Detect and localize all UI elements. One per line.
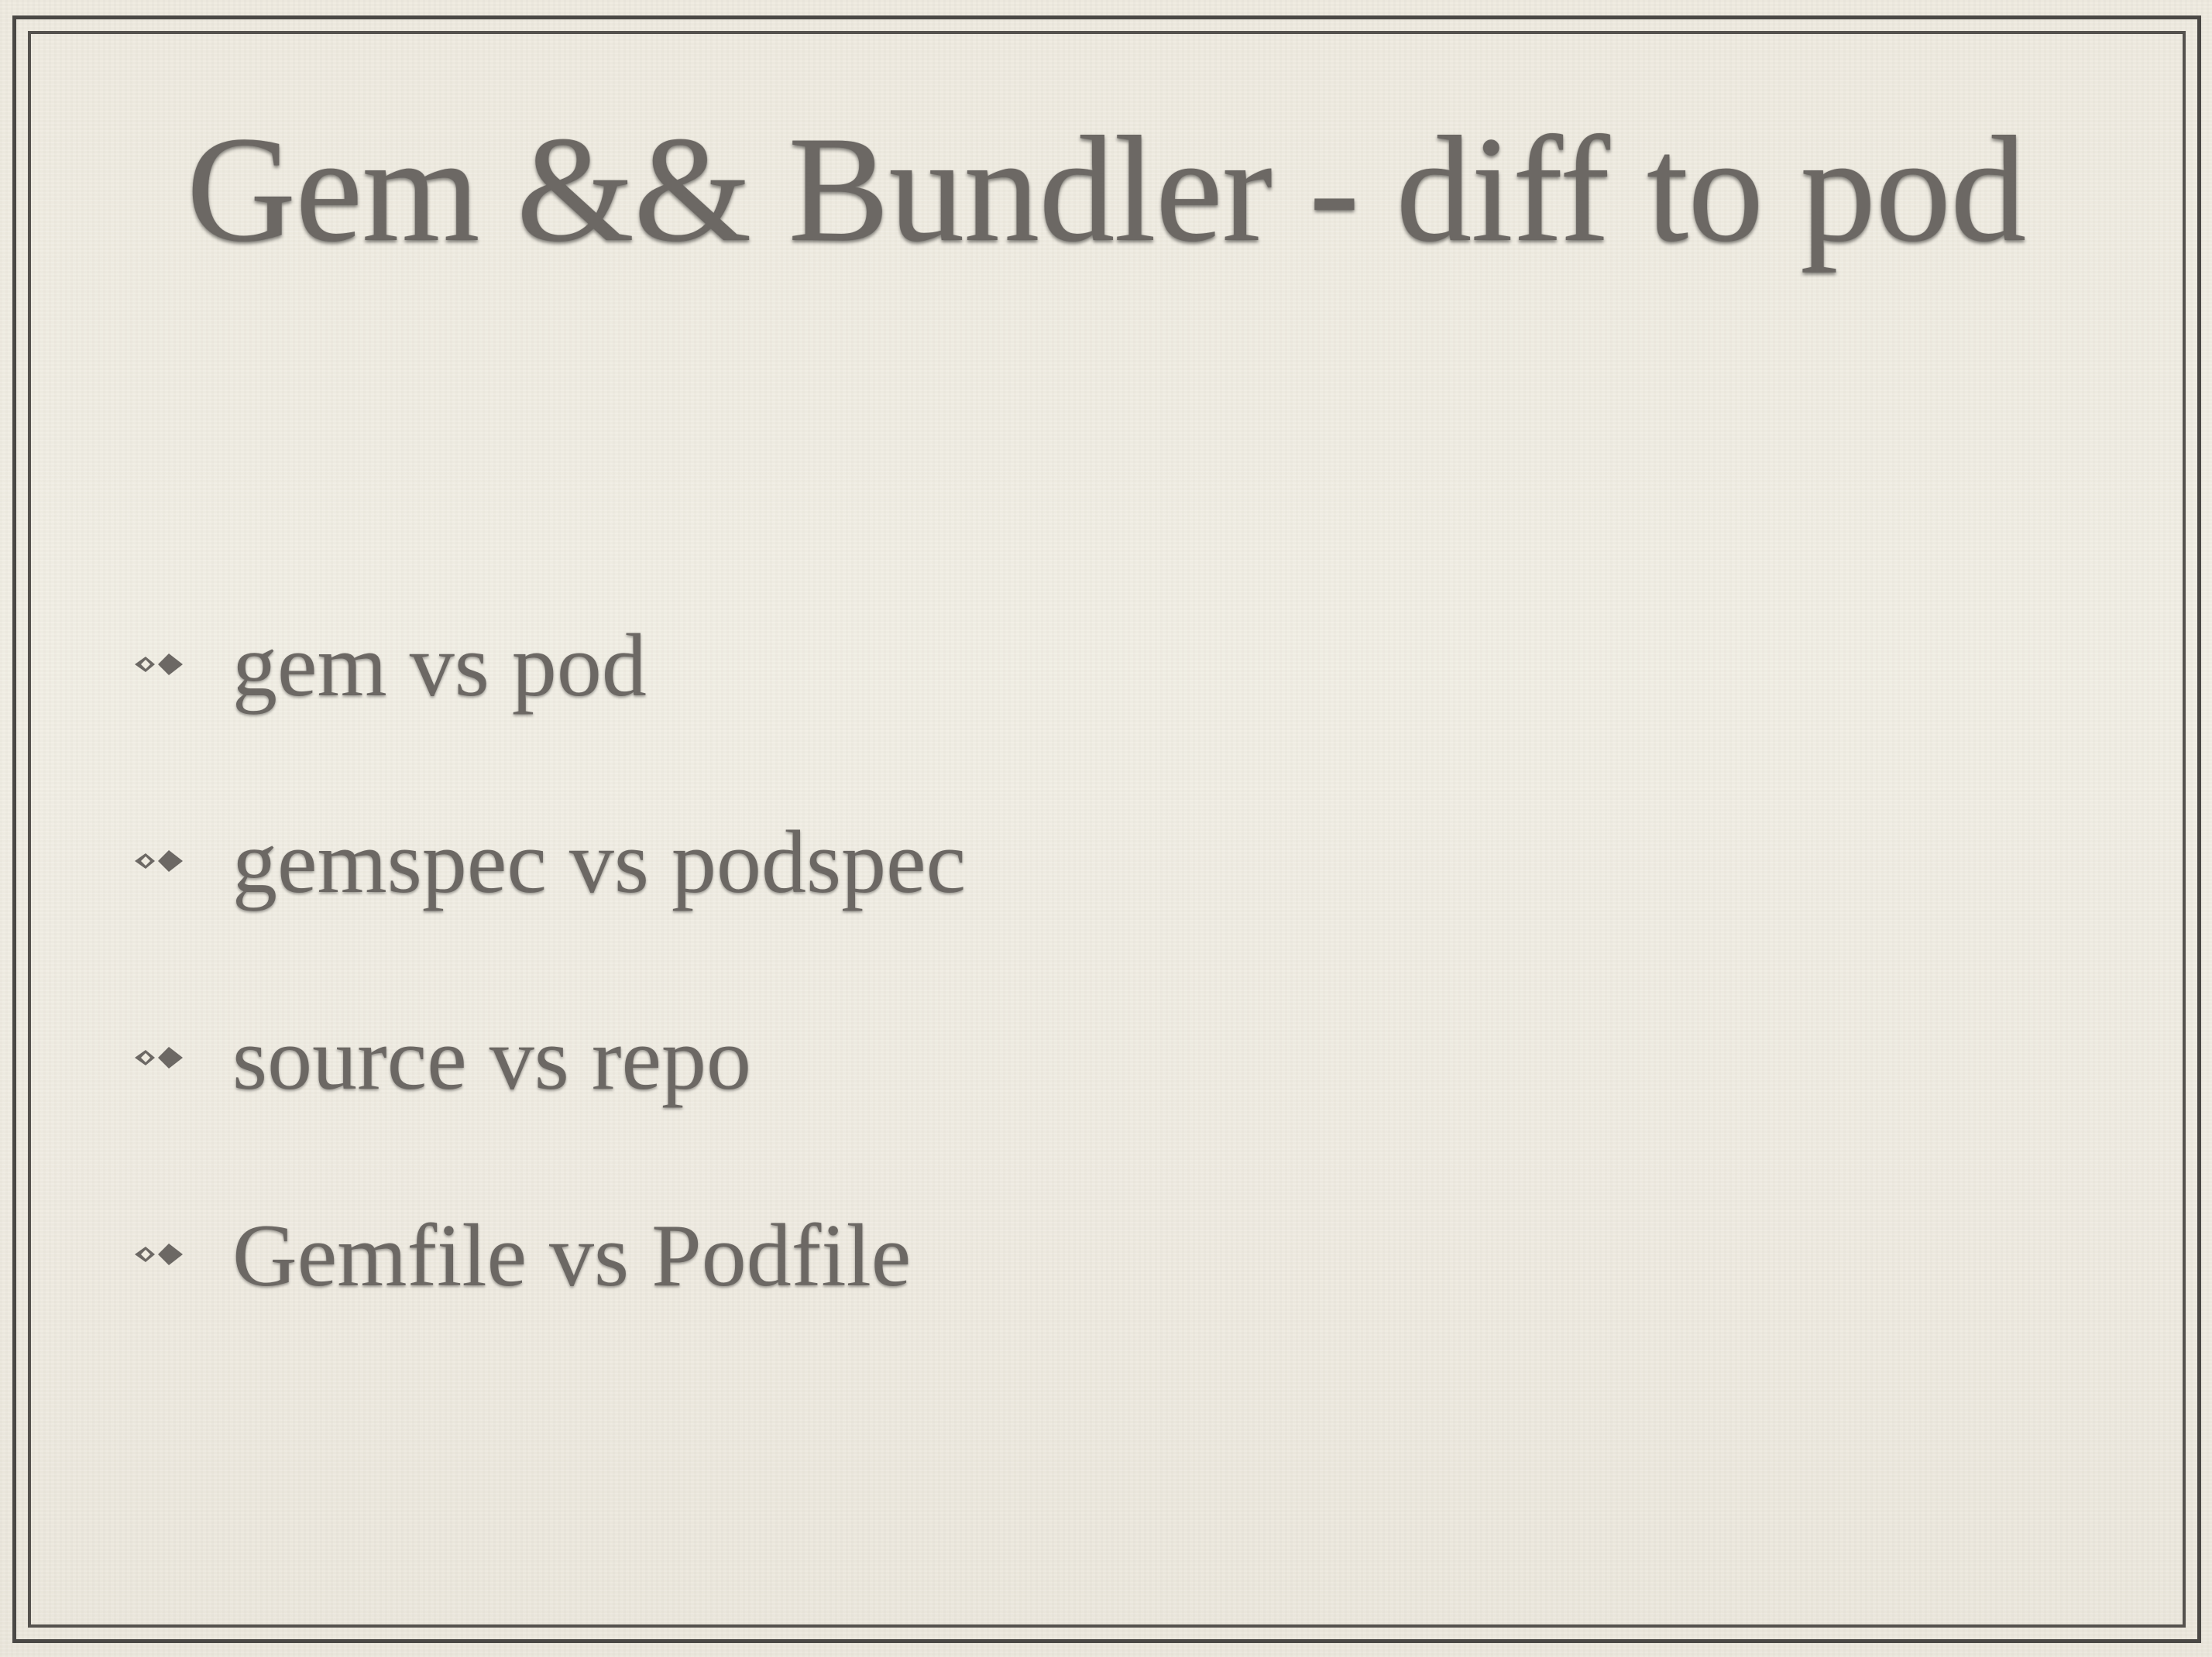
slide-title: Gem && Bundler - diff to pod: [186, 105, 2027, 273]
bullet-label: Gemfile vs Podfile: [232, 1206, 912, 1305]
fleuron-bullet-icon: [135, 1047, 183, 1069]
slide: Gem && Bundler - diff to pod gem vs pod: [0, 0, 2212, 1657]
fleuron-bullet-icon: [135, 850, 183, 872]
bullet-label: source vs repo: [232, 1010, 752, 1109]
bullet-item: source vs repo: [132, 1001, 966, 1198]
bullet-label: gemspec vs podspec: [232, 813, 967, 912]
bullet-list: gem vs pod gemspec vs podspec source vs …: [132, 608, 966, 1395]
fleuron-bullet-icon: [135, 1244, 183, 1265]
bullet-item: gemspec vs podspec: [132, 804, 966, 1001]
bullet-item: gem vs pod: [132, 608, 966, 804]
bullet-label: gem vs pod: [232, 616, 647, 715]
bullet-item: Gemfile vs Podfile: [132, 1198, 966, 1395]
fleuron-bullet-icon: [135, 654, 183, 675]
